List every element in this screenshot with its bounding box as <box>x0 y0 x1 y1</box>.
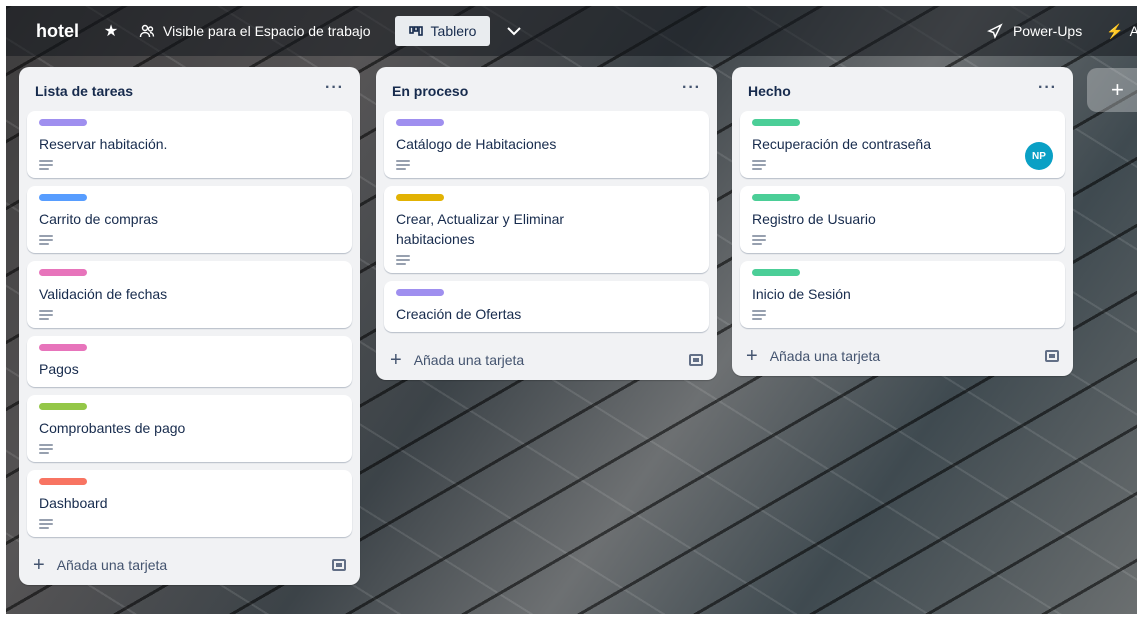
add-card-row: + Añada una tarjeta <box>732 336 1073 376</box>
automation-label: A <box>1129 23 1137 39</box>
card[interactable]: Crear, Actualizar y Eliminar habitacione… <box>384 186 709 273</box>
star-icon[interactable]: ★ <box>99 21 123 41</box>
card-label[interactable] <box>752 119 800 126</box>
rocket-icon <box>987 23 1003 39</box>
card-label[interactable] <box>752 194 800 201</box>
card[interactable]: Carrito de compras <box>27 186 352 253</box>
visibility-button[interactable]: Visible para el Espacio de trabajo <box>139 23 371 39</box>
card-title: Pagos <box>39 361 79 377</box>
list-title[interactable]: En proceso <box>392 83 468 99</box>
card[interactable]: Inicio de Sesión <box>740 261 1065 328</box>
list-menu-icon[interactable]: ··· <box>682 79 701 97</box>
card[interactable]: Recuperación de contraseña NP <box>740 111 1065 178</box>
card-title: Crear, Actualizar y Eliminar habitacione… <box>396 211 565 247</box>
card-label[interactable] <box>396 119 444 126</box>
add-list-button[interactable]: + <box>1087 68 1137 112</box>
add-card-row: + Añada una tarjeta <box>376 340 717 380</box>
powerups-button[interactable]: Power-Ups <box>987 23 1082 39</box>
add-card-label: Añada una tarjeta <box>56 557 168 573</box>
card[interactable]: Dashboard <box>27 470 352 537</box>
list-title[interactable]: Lista de tareas <box>35 83 133 99</box>
list-hecho: Hecho ··· Recuperación de contraseña NP … <box>732 67 1073 376</box>
view-label: Tablero <box>430 23 477 39</box>
plus-icon: + <box>390 349 402 371</box>
card-title: Reservar habitación. <box>39 136 168 152</box>
description-icon <box>39 444 53 454</box>
description-icon <box>752 310 766 320</box>
card[interactable]: Catálogo de Habitaciones <box>384 111 709 178</box>
add-card-label: Añada una tarjeta <box>413 352 525 368</box>
card-label[interactable] <box>39 478 87 485</box>
plus-icon: + <box>33 554 45 576</box>
list-title[interactable]: Hecho <box>748 83 791 99</box>
screen-edge <box>0 0 6 617</box>
people-icon <box>139 24 155 38</box>
description-icon <box>39 160 53 170</box>
list-header: En proceso ··· <box>376 67 717 111</box>
card-label[interactable] <box>39 194 87 201</box>
card[interactable]: Creación de Ofertas <box>384 281 709 332</box>
add-card-button[interactable]: + Añada una tarjeta <box>390 350 524 370</box>
card-label[interactable] <box>39 269 87 276</box>
description-icon <box>39 519 53 529</box>
view-board-button[interactable]: Tablero <box>394 16 491 46</box>
description-icon <box>752 235 766 245</box>
template-icon[interactable] <box>332 559 346 571</box>
add-card-label: Añada una tarjeta <box>769 348 881 364</box>
card-label[interactable] <box>39 344 87 351</box>
description-icon <box>39 310 53 320</box>
automation-button[interactable]: ⚡ A <box>1106 23 1137 40</box>
avatar[interactable]: NP <box>1025 142 1053 170</box>
card-title: Creación de Ofertas <box>396 306 522 322</box>
list-header: Hecho ··· <box>732 67 1073 111</box>
chevron-down-icon[interactable] <box>502 26 526 36</box>
card-label[interactable] <box>396 289 444 296</box>
description-icon <box>39 235 53 245</box>
template-icon[interactable] <box>689 354 703 366</box>
add-card-button[interactable]: + Añada una tarjeta <box>746 346 880 366</box>
visibility-label: Visible para el Espacio de trabajo <box>163 23 371 39</box>
list-header: Lista de tareas ··· <box>19 67 360 111</box>
card-title: Inicio de Sesión <box>752 286 851 302</box>
card[interactable]: Comprobantes de pago <box>27 395 352 462</box>
card-title: Validación de fechas <box>39 286 168 302</box>
board-icon <box>408 26 423 36</box>
card-title: Carrito de compras <box>39 211 159 227</box>
card[interactable]: Validación de fechas <box>27 261 352 328</box>
lightning-icon: ⚡ <box>1106 22 1124 39</box>
list-lista-de-tareas: Lista de tareas ··· Reservar habitación.… <box>19 67 360 585</box>
list-en-proceso: En proceso ··· Catálogo de Habitaciones … <box>376 67 717 380</box>
card-label[interactable] <box>39 403 87 410</box>
card[interactable]: Pagos <box>27 336 352 387</box>
add-card-button[interactable]: + Añada una tarjeta <box>33 555 167 575</box>
list-menu-icon[interactable]: ··· <box>1038 79 1057 97</box>
description-icon <box>396 255 410 265</box>
description-icon <box>396 160 410 170</box>
plus-icon: + <box>746 345 758 367</box>
add-card-row: + Añada una tarjeta <box>19 545 360 585</box>
board-header: hotel ★ Visible para el Espacio de traba… <box>6 6 1137 56</box>
card-label[interactable] <box>396 194 444 201</box>
card-title: Comprobantes de pago <box>39 420 186 436</box>
card-title: Catálogo de Habitaciones <box>396 136 557 152</box>
board-title[interactable]: hotel <box>28 17 87 46</box>
description-icon <box>752 160 766 170</box>
list-menu-icon[interactable]: ··· <box>325 79 344 97</box>
card[interactable]: Registro de Usuario <box>740 186 1065 253</box>
powerups-label: Power-Ups <box>1012 23 1083 39</box>
card-title: Recuperación de contraseña <box>752 136 932 152</box>
template-icon[interactable] <box>1045 350 1059 362</box>
card[interactable]: Reservar habitación. <box>27 111 352 178</box>
card-label[interactable] <box>752 269 800 276</box>
card-title: Registro de Usuario <box>752 211 876 227</box>
card-title: Dashboard <box>39 495 108 511</box>
card-label[interactable] <box>39 119 87 126</box>
